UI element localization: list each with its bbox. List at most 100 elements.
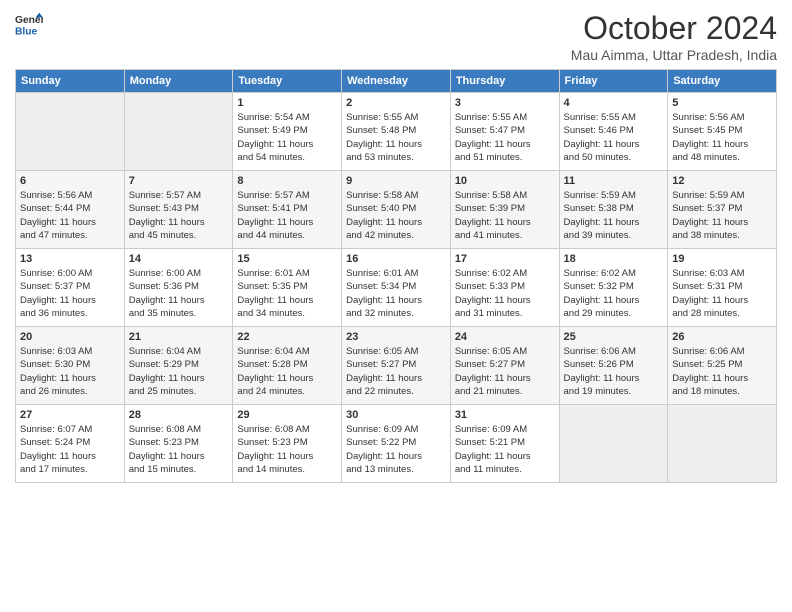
calendar-cell: 21 Sunrise: 6:04 AM Sunset: 5:29 PM Dayli… (124, 327, 233, 405)
day-info: Sunrise: 6:08 AM Sunset: 5:23 PM Dayligh… (129, 423, 229, 476)
calendar-cell: 10 Sunrise: 5:58 AM Sunset: 5:39 PM Dayli… (450, 171, 559, 249)
calendar-week-row: 6 Sunrise: 5:56 AM Sunset: 5:44 PM Daylig… (16, 171, 777, 249)
calendar-cell: 22 Sunrise: 6:04 AM Sunset: 5:28 PM Dayli… (233, 327, 342, 405)
day-number: 29 (237, 409, 337, 421)
day-number: 27 (20, 409, 120, 421)
day-info: Sunrise: 6:09 AM Sunset: 5:22 PM Dayligh… (346, 423, 446, 476)
weekday-header: Saturday (668, 70, 777, 93)
day-info: Sunrise: 6:04 AM Sunset: 5:28 PM Dayligh… (237, 345, 337, 398)
logo: General Blue (15, 10, 43, 38)
day-info: Sunrise: 6:09 AM Sunset: 5:21 PM Dayligh… (455, 423, 555, 476)
location-subtitle: Mau Aimma, Uttar Pradesh, India (571, 47, 777, 63)
day-number: 16 (346, 253, 446, 265)
day-number: 12 (672, 175, 772, 187)
day-number: 9 (346, 175, 446, 187)
calendar-cell: 13Sunrise: 6:00 AM Sunset: 5:37 PM Dayli… (16, 249, 125, 327)
calendar-cell: 4 Sunrise: 5:55 AM Sunset: 5:46 PM Daylig… (559, 93, 668, 171)
day-info: Sunrise: 6:06 AM Sunset: 5:25 PM Dayligh… (672, 345, 772, 398)
day-info: Sunrise: 6:00 AM Sunset: 5:36 PM Dayligh… (129, 267, 229, 320)
calendar-cell: 23 Sunrise: 6:05 AM Sunset: 5:27 PM Dayli… (342, 327, 451, 405)
day-number: 4 (564, 97, 664, 109)
day-info: Sunrise: 5:55 AM Sunset: 5:48 PM Dayligh… (346, 111, 446, 164)
calendar-cell: 1 Sunrise: 5:54 AM Sunset: 5:49 PM Daylig… (233, 93, 342, 171)
calendar-cell: 9 Sunrise: 5:58 AM Sunset: 5:40 PM Daylig… (342, 171, 451, 249)
calendar-cell: 5Sunrise: 5:56 AM Sunset: 5:45 PM Daylig… (668, 93, 777, 171)
day-info: Sunrise: 5:56 AM Sunset: 5:44 PM Dayligh… (20, 189, 120, 242)
calendar-cell: 12 Sunrise: 5:59 AM Sunset: 5:37 PM Dayli… (668, 171, 777, 249)
day-number: 8 (237, 175, 337, 187)
weekday-header: Wednesday (342, 70, 451, 93)
day-info: Sunrise: 6:02 AM Sunset: 5:33 PM Dayligh… (455, 267, 555, 320)
header-row: SundayMondayTuesdayWednesdayThursdayFrid… (16, 70, 777, 93)
day-info: Sunrise: 6:02 AM Sunset: 5:32 PM Dayligh… (564, 267, 664, 320)
day-info: Sunrise: 6:03 AM Sunset: 5:31 PM Dayligh… (672, 267, 772, 320)
day-info: Sunrise: 6:05 AM Sunset: 5:27 PM Dayligh… (346, 345, 446, 398)
day-number: 7 (129, 175, 229, 187)
day-number: 22 (237, 331, 337, 343)
day-info: Sunrise: 6:01 AM Sunset: 5:35 PM Dayligh… (237, 267, 337, 320)
calendar-week-row: 27 Sunrise: 6:07 AM Sunset: 5:24 PM Dayli… (16, 405, 777, 483)
weekday-header: Thursday (450, 70, 559, 93)
calendar-cell (16, 93, 125, 171)
day-info: Sunrise: 5:57 AM Sunset: 5:43 PM Dayligh… (129, 189, 229, 242)
day-number: 19 (672, 253, 772, 265)
calendar-cell: 17 Sunrise: 6:02 AM Sunset: 5:33 PM Dayli… (450, 249, 559, 327)
day-info: Sunrise: 6:03 AM Sunset: 5:30 PM Dayligh… (20, 345, 120, 398)
calendar-cell: 26 Sunrise: 6:06 AM Sunset: 5:25 PM Dayli… (668, 327, 777, 405)
calendar-cell: 20 Sunrise: 6:03 AM Sunset: 5:30 PM Dayli… (16, 327, 125, 405)
calendar-cell (668, 405, 777, 483)
calendar-cell (559, 405, 668, 483)
calendar-cell: 31 Sunrise: 6:09 AM Sunset: 5:21 PM Dayli… (450, 405, 559, 483)
day-number: 20 (20, 331, 120, 343)
day-info: Sunrise: 5:58 AM Sunset: 5:39 PM Dayligh… (455, 189, 555, 242)
month-title: October 2024 (571, 10, 777, 47)
day-number: 15 (237, 253, 337, 265)
day-info: Sunrise: 6:04 AM Sunset: 5:29 PM Dayligh… (129, 345, 229, 398)
day-number: 25 (564, 331, 664, 343)
day-info: Sunrise: 5:55 AM Sunset: 5:46 PM Dayligh… (564, 111, 664, 164)
day-number: 5 (672, 97, 772, 109)
calendar-cell: 24 Sunrise: 6:05 AM Sunset: 5:27 PM Dayli… (450, 327, 559, 405)
day-info: Sunrise: 5:58 AM Sunset: 5:40 PM Dayligh… (346, 189, 446, 242)
day-number: 1 (237, 97, 337, 109)
calendar-cell: 25 Sunrise: 6:06 AM Sunset: 5:26 PM Dayli… (559, 327, 668, 405)
calendar-cell: 11 Sunrise: 5:59 AM Sunset: 5:38 PM Dayli… (559, 171, 668, 249)
day-number: 17 (455, 253, 555, 265)
calendar-cell: 6 Sunrise: 5:56 AM Sunset: 5:44 PM Daylig… (16, 171, 125, 249)
day-number: 30 (346, 409, 446, 421)
day-info: Sunrise: 6:05 AM Sunset: 5:27 PM Dayligh… (455, 345, 555, 398)
day-number: 21 (129, 331, 229, 343)
calendar-cell: 19 Sunrise: 6:03 AM Sunset: 5:31 PM Dayli… (668, 249, 777, 327)
day-number: 14 (129, 253, 229, 265)
calendar-cell: 30 Sunrise: 6:09 AM Sunset: 5:22 PM Dayli… (342, 405, 451, 483)
weekday-header: Monday (124, 70, 233, 93)
day-number: 6 (20, 175, 120, 187)
calendar-week-row: 20 Sunrise: 6:03 AM Sunset: 5:30 PM Dayli… (16, 327, 777, 405)
calendar-week-row: 13Sunrise: 6:00 AM Sunset: 5:37 PM Dayli… (16, 249, 777, 327)
day-number: 11 (564, 175, 664, 187)
title-section: October 2024 Mau Aimma, Uttar Pradesh, I… (571, 10, 777, 63)
day-info: Sunrise: 5:57 AM Sunset: 5:41 PM Dayligh… (237, 189, 337, 242)
day-number: 23 (346, 331, 446, 343)
day-info: Sunrise: 6:07 AM Sunset: 5:24 PM Dayligh… (20, 423, 120, 476)
calendar-table: SundayMondayTuesdayWednesdayThursdayFrid… (15, 69, 777, 483)
day-info: Sunrise: 6:01 AM Sunset: 5:34 PM Dayligh… (346, 267, 446, 320)
calendar-cell: 3Sunrise: 5:55 AM Sunset: 5:47 PM Daylig… (450, 93, 559, 171)
day-info: Sunrise: 6:08 AM Sunset: 5:23 PM Dayligh… (237, 423, 337, 476)
calendar-cell: 8 Sunrise: 5:57 AM Sunset: 5:41 PM Daylig… (233, 171, 342, 249)
calendar-cell: 27 Sunrise: 6:07 AM Sunset: 5:24 PM Dayli… (16, 405, 125, 483)
header: General Blue October 2024 Mau Aimma, Utt… (15, 10, 777, 63)
calendar-cell: 18Sunrise: 6:02 AM Sunset: 5:32 PM Dayli… (559, 249, 668, 327)
day-info: Sunrise: 6:06 AM Sunset: 5:26 PM Dayligh… (564, 345, 664, 398)
weekday-header: Friday (559, 70, 668, 93)
day-number: 10 (455, 175, 555, 187)
day-info: Sunrise: 5:59 AM Sunset: 5:38 PM Dayligh… (564, 189, 664, 242)
day-number: 26 (672, 331, 772, 343)
day-info: Sunrise: 5:59 AM Sunset: 5:37 PM Dayligh… (672, 189, 772, 242)
calendar-cell (124, 93, 233, 171)
day-number: 24 (455, 331, 555, 343)
calendar-cell: 16 Sunrise: 6:01 AM Sunset: 5:34 PM Dayli… (342, 249, 451, 327)
weekday-header: Tuesday (233, 70, 342, 93)
day-number: 31 (455, 409, 555, 421)
day-info: Sunrise: 5:54 AM Sunset: 5:49 PM Dayligh… (237, 111, 337, 164)
